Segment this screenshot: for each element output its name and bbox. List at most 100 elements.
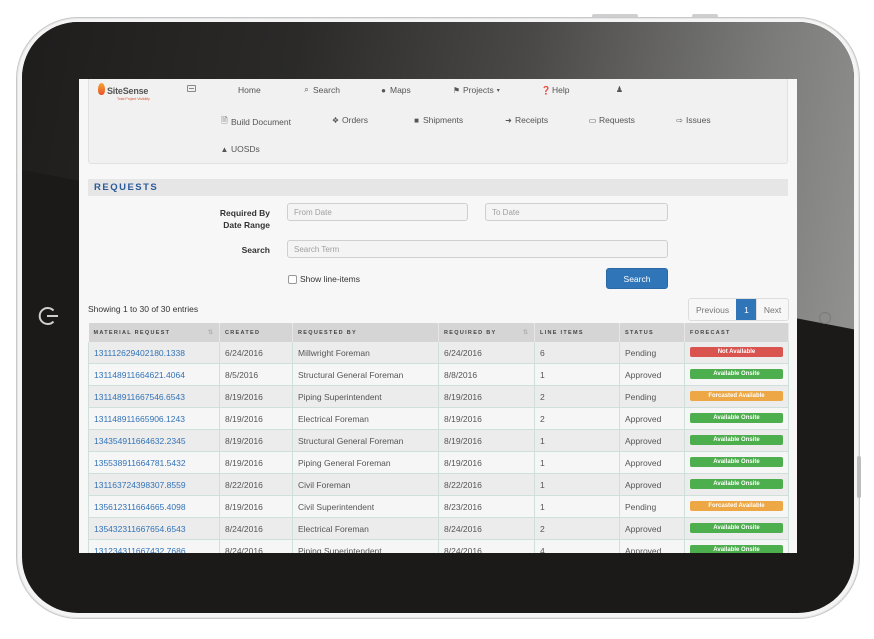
cell-created: 8/24/2016 [219,517,293,540]
forecast-badge: Available Onsite [690,522,783,533]
requests-table: MATERIAL REQUEST ⇅ CREATED REQUESTED BY R… [88,323,789,554]
cell-created: 8/19/2016 [219,495,293,518]
search-icon: ⌕ [304,85,309,94]
cell-required-by: 8/23/2016 [438,495,535,518]
nav-home[interactable]: Home [238,85,261,95]
cell-required-by: 8/22/2016 [438,473,535,496]
cell-line-items: 4 [534,539,620,553]
table-row[interactable]: 131148911667546.6543 8/19/2016 Piping Supe… [88,385,789,408]
navbar: SiteSense Total Project Visibility Home … [88,79,788,164]
col-header-material-request[interactable]: MATERIAL REQUEST ⇅ [88,323,220,342]
show-line-items-checkbox[interactable] [288,275,297,284]
material-request-link[interactable]: 131112629402180.1338 [94,348,185,358]
table-row[interactable]: 135432311667654.6543 8/24/2016 Electrical … [88,517,789,540]
table-row[interactable]: 131163724398307.8559 8/22/2016 Civil Forem… [88,473,789,496]
nav-shipments[interactable]: ■ Shipments [412,115,463,125]
to-date-input[interactable] [485,203,668,221]
col-header-label: REQUESTED BY [298,329,357,336]
cell-status: Approved [619,539,685,553]
nav-requests-label: Requests [599,115,635,125]
col-header-requested-by[interactable]: REQUESTED BY [292,323,439,342]
side-button [857,456,861,498]
nav-search[interactable]: ⌕ Search [302,85,340,95]
table-info: Showing 1 to 30 of 30 entries [88,304,199,314]
material-request-link[interactable]: 131148911664621.4064 [94,370,185,380]
cell-status: Approved [619,407,685,430]
next-page-button[interactable]: Next [755,299,788,320]
col-header-created[interactable]: CREATED [219,323,293,342]
material-request-link[interactable]: 134354911664632.2345 [94,436,186,446]
cell-status: Pending [619,342,685,364]
nav-user[interactable]: ♟ [615,85,624,94]
cell-requested-by: Structural General Foreman [292,429,439,452]
cell-requested-by: Piping Superintendent [292,539,439,553]
search-button[interactable]: Search [606,268,668,289]
forecast-badge: Available Onsite [690,368,783,379]
nav-requests[interactable]: ▭ Requests [588,115,635,125]
cell-material-request: 134354911664632.2345 [88,429,220,452]
nav-orders[interactable]: ❖ Orders [331,115,368,125]
cell-created: 8/24/2016 [219,539,293,553]
nav-maps-label: Maps [390,85,411,95]
nav-receipts[interactable]: ➜ Receipts [504,115,548,125]
nav-uosds[interactable]: ▲ UOSDs [220,144,260,154]
material-request-link[interactable]: 131234311667432.7686 [94,546,186,554]
table-row[interactable]: 135538911664781.5432 8/19/2016 Piping Gene… [88,451,789,474]
previous-page-button[interactable]: Previous [689,299,736,320]
forecast-badge: Available Onsite [690,544,783,553]
material-request-link[interactable]: 131148911667546.6543 [94,392,185,402]
material-request-link[interactable]: 135538911664781.5432 [94,458,186,468]
material-request-link[interactable]: 135432311667654.6543 [94,524,186,534]
brand-logo[interactable]: SiteSense Total Project Visibility [98,82,150,102]
nav-help-label: Help [552,85,570,95]
search-label: Search [241,245,270,255]
search-input[interactable] [287,240,668,258]
forecast-badge: Available Onsite [690,456,783,467]
cell-line-items: 1 [534,363,620,386]
cell-line-items: 1 [534,429,620,452]
warning-icon: ▲ [220,144,229,154]
col-header-label: LINE ITEMS [540,329,584,336]
table-row[interactable]: 134354911664632.2345 8/19/2016 Structural … [88,429,789,452]
col-header-forecast[interactable]: FORECAST [684,323,789,342]
nav-receipts-label: Receipts [515,115,549,125]
cell-requested-by: Piping Superintendent [292,385,439,408]
material-request-link[interactable]: 131148911665906.1243 [94,414,185,424]
nav-projects[interactable]: ⚑ Projects ▾ [452,85,500,95]
table-row[interactable]: 131234311667432.7686 8/24/2016 Piping Supe… [88,539,789,554]
table-row[interactable]: 131148911664621.4064 8/5/2016 Structural G… [88,363,789,386]
cell-requested-by: Electrical Foreman [292,517,439,540]
show-line-items-label[interactable]: Show line-items [300,274,360,284]
col-header-status[interactable]: STATUS [619,323,685,342]
sort-icon: ⇅ [522,330,528,336]
forecast-badge: Forcasted Available [690,500,783,511]
sidebar-toggle-icon[interactable] [187,85,196,92]
cell-material-request: 131148911667546.6543 [88,385,220,408]
nav-build-document[interactable]: 🗎 Build Document [220,115,291,129]
cell-forecast: Forcasted Available [684,495,789,518]
caret-down-icon: ▾ [496,87,500,94]
col-header-required-by[interactable]: REQUIRED BY ⇅ [438,323,535,342]
nav-issues[interactable]: ⇨ Issues [675,115,710,125]
nav-maps[interactable]: ● Maps [379,85,411,95]
cell-material-request: 135538911664781.5432 [88,451,220,474]
forecast-badge: Available Onsite [690,412,783,423]
cell-forecast: Available Onsite [684,451,789,474]
from-date-input[interactable] [287,203,468,221]
material-request-link[interactable]: 135612311664665.4098 [94,502,186,512]
material-request-link[interactable]: 131163724398307.8559 [94,480,186,490]
nav-orders-label: Orders [342,115,368,125]
forecast-badge: Available Onsite [690,478,783,489]
screen: SiteSense Total Project Visibility Home … [79,79,797,553]
inbox-icon: ▭ [588,115,597,125]
cell-forecast: Available Onsite [684,363,789,386]
cell-material-request: 135432311667654.6543 [88,517,220,540]
nav-help[interactable]: ❓ Help [541,85,569,95]
table-row[interactable]: 131148911665906.1243 8/19/2016 Electrical … [88,407,789,430]
table-row[interactable]: 135612311664665.4098 8/19/2016 Civil Super… [88,495,789,518]
page-title: REQUESTS [94,182,159,193]
col-header-line-items[interactable]: LINE ITEMS [534,323,620,342]
table-row[interactable]: 131112629402180.1338 6/24/2016 Millwright … [88,342,789,364]
date-range-label: Required By Date Range [199,207,270,231]
page-1-button[interactable]: 1 [736,299,756,320]
